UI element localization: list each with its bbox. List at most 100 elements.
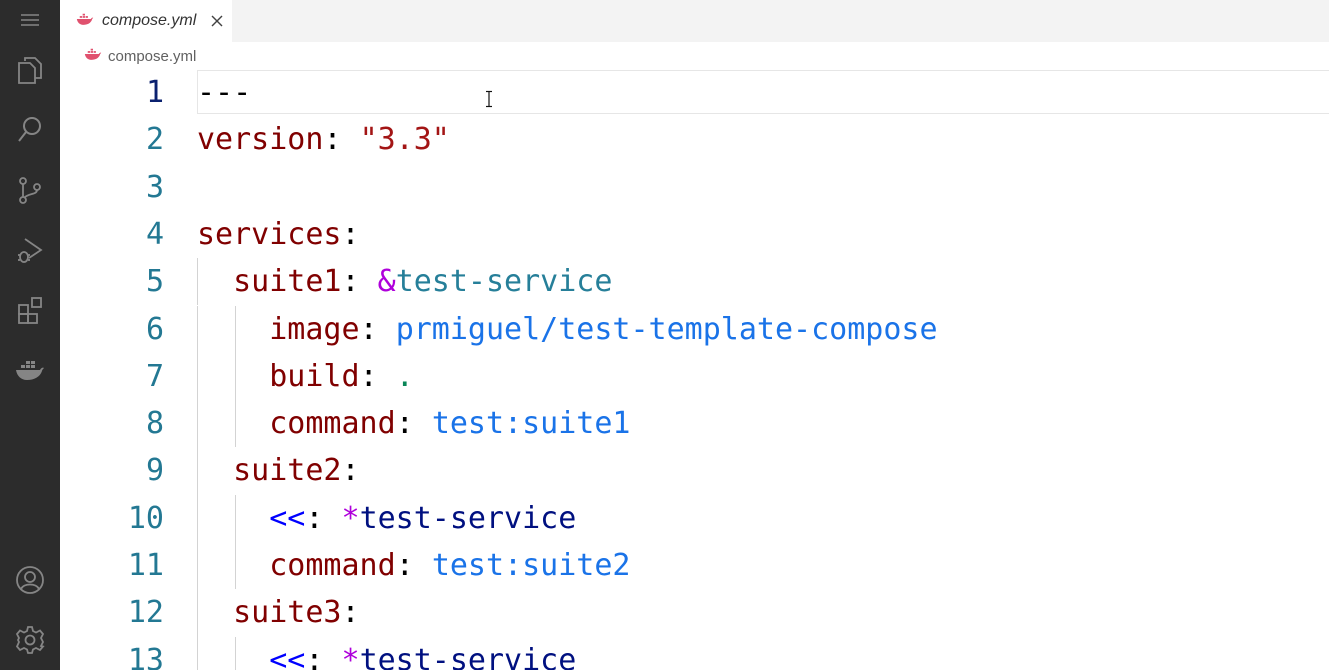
code-line[interactable]: 12 suite3: (60, 589, 1329, 636)
indent-guide (197, 305, 198, 353)
code-token: suite1 (233, 264, 342, 300)
breadcrumb-item-file[interactable]: compose.yml (108, 48, 196, 65)
code-text: command: test:suite1 (197, 400, 631, 447)
code-token: build (269, 358, 360, 394)
code-line[interactable]: 2 version: "3.3" (60, 116, 1329, 163)
code-line[interactable]: 4 services: (60, 211, 1329, 258)
code-line[interactable]: 7 build: . (60, 353, 1329, 400)
docker-icon[interactable] (0, 340, 60, 400)
search-icon[interactable] (0, 100, 60, 160)
indent-guide (197, 589, 198, 637)
code-line[interactable]: 3 (60, 164, 1329, 211)
activity-bar (0, 0, 60, 670)
line-number: 9 (145, 453, 164, 489)
code-token: command (269, 548, 396, 583)
indent-guide (197, 636, 198, 670)
explorer-icon[interactable] (0, 40, 60, 100)
code-token: command (269, 406, 396, 442)
code-token: : (395, 548, 432, 583)
line-number: 3 (145, 169, 164, 205)
code-token: & (377, 264, 396, 300)
code-token: * (341, 500, 360, 536)
line-number: 12 (127, 595, 164, 631)
code-token: test:suite1 (431, 406, 631, 442)
tab-label: compose.yml (102, 12, 197, 29)
line-number: 13 (127, 642, 164, 670)
code-token: : (359, 311, 396, 347)
extensions-icon[interactable] (0, 280, 60, 340)
indent-guide (197, 400, 198, 448)
code-text: suite3: (197, 589, 359, 636)
code-token: : (305, 500, 342, 536)
code-token: "3.3" (359, 122, 450, 158)
settings-gear-icon[interactable] (0, 610, 60, 670)
line-number: 8 (145, 406, 164, 442)
line-number: 6 (145, 311, 164, 347)
docker-whale-icon (76, 12, 94, 31)
indent-guide (234, 400, 236, 448)
code-token: prmiguel/test-template-compose (395, 311, 938, 347)
line-number: 5 (145, 264, 164, 300)
line-number: 7 (145, 358, 164, 394)
code-text: command: test:suite2 (197, 542, 631, 589)
indent-guide (197, 258, 198, 306)
line-number: 10 (127, 500, 164, 536)
indent-guide (234, 636, 236, 670)
code-text: suite2: (197, 447, 360, 494)
code-line[interactable]: 11 command: test:suite2 (60, 542, 1329, 589)
close-icon[interactable] (208, 12, 226, 30)
line-number: 1 (145, 75, 164, 110)
account-icon[interactable] (0, 550, 60, 610)
tab-compose-yml[interactable]: compose.yml (60, 0, 232, 42)
indent-guide (197, 542, 198, 590)
indent-guide (197, 352, 198, 401)
indent-guide (197, 494, 198, 542)
indent-guide (234, 352, 236, 401)
indent-guide (234, 494, 236, 542)
line-number: 4 (145, 216, 164, 252)
line-number: 11 (127, 548, 164, 583)
code-text: --- (197, 70, 251, 116)
indent-guide (234, 542, 236, 590)
code-token: : (341, 216, 360, 252)
code-token: version (197, 122, 324, 158)
line-number: 2 (145, 122, 164, 158)
code-token: test-service (395, 264, 613, 300)
code-token: : (341, 264, 378, 300)
code-token: : (341, 453, 360, 489)
code-token: : (395, 406, 432, 442)
source-control-icon[interactable] (0, 160, 60, 220)
code-token: test:suite2 (431, 548, 631, 583)
run-debug-icon[interactable] (0, 220, 60, 280)
code-text: services: (197, 211, 360, 258)
code-line[interactable]: 9 suite2: (60, 447, 1329, 494)
code-token: suite2 (233, 453, 342, 489)
breadcrumb: compose.yml (60, 42, 1329, 70)
code-token: suite3 (233, 595, 342, 631)
code-line[interactable]: 5 suite1: &test-service (60, 258, 1329, 305)
code-text: <<: *test-service (197, 495, 576, 542)
text-cursor-icon (484, 90, 494, 108)
code-text: <<: *test-service (197, 637, 576, 670)
code-line[interactable]: 10 <<: *test-service (60, 495, 1329, 542)
indent-guide (197, 447, 198, 495)
code-line[interactable]: 13 <<: *test-service (60, 637, 1329, 670)
code-token: : (359, 358, 396, 394)
code-editor[interactable]: 1 --- 2 version: "3.3" 3 4 services: 5 suite1: … (60, 70, 1329, 670)
code-token: : (305, 642, 342, 670)
code-text: build: . (197, 353, 414, 400)
code-token: image (269, 311, 360, 347)
code-line[interactable]: 8 command: test:suite1 (60, 400, 1329, 447)
code-token: << (269, 500, 306, 536)
tab-strip: compose.yml (60, 0, 1329, 42)
code-line[interactable]: 6 image: prmiguel/test-template-compose (60, 306, 1329, 353)
code-line[interactable]: 1 --- (60, 70, 1329, 116)
docker-whale-icon (84, 47, 102, 66)
